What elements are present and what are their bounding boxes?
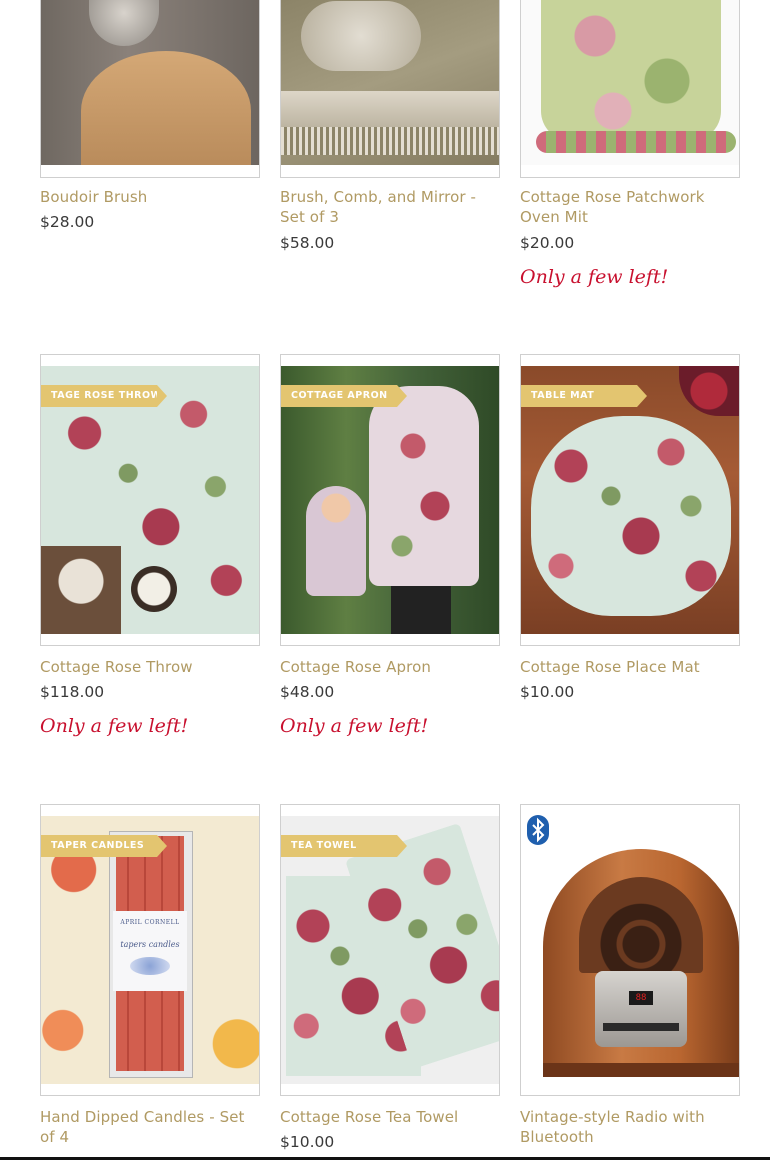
product-price: $10.00 bbox=[280, 1133, 335, 1151]
radio-body: 88 bbox=[543, 849, 739, 1077]
product-price: $28.00 bbox=[40, 213, 95, 231]
product-title[interactable]: Cottage Rose Apron bbox=[280, 657, 500, 677]
product-image[interactable] bbox=[520, 0, 740, 178]
product-title[interactable]: Vintage-style Radio with Bluetooth bbox=[520, 1107, 740, 1147]
bluetooth-icon bbox=[527, 815, 549, 845]
product-ribbon: COTTAGE APRON bbox=[281, 385, 407, 407]
low-stock-notice: Only a few left! bbox=[40, 715, 189, 737]
product-image[interactable]: TABLE MAT bbox=[520, 354, 740, 646]
product-ribbon: TEA TOWEL bbox=[281, 835, 407, 857]
product-price: $20.00 bbox=[520, 234, 575, 252]
product-title[interactable]: Cottage Rose Throw bbox=[40, 657, 260, 677]
low-stock-notice: Only a few left! bbox=[280, 715, 429, 737]
product-ribbon: TAGE ROSE THROW bbox=[41, 385, 167, 407]
product-title[interactable]: Cottage Rose Tea Towel bbox=[280, 1107, 500, 1127]
product-price: $48.00 bbox=[280, 683, 335, 701]
package-brand: APRIL CORNELL bbox=[120, 919, 180, 926]
product-price: $10.00 bbox=[520, 683, 575, 701]
product-price: $118.00 bbox=[40, 683, 105, 701]
product-image[interactable]: 88 bbox=[520, 804, 740, 1096]
product-title[interactable]: Boudoir Brush bbox=[40, 187, 260, 207]
product-image[interactable]: TEA TOWEL bbox=[280, 804, 500, 1096]
package-label: tapers candles bbox=[120, 940, 180, 949]
product-image[interactable]: APRIL CORNELL tapers candles TAPER CANDL… bbox=[40, 804, 260, 1096]
product-image[interactable] bbox=[280, 0, 500, 178]
product-ribbon: TABLE MAT bbox=[521, 385, 647, 407]
product-title[interactable]: Brush, Comb, and Mirror - Set of 3 bbox=[280, 187, 500, 227]
product-title[interactable]: Hand Dipped Candles - Set of 4 bbox=[40, 1107, 260, 1147]
product-ribbon: TAPER CANDLES bbox=[41, 835, 167, 857]
product-title[interactable]: Cottage Rose Patchwork Oven Mit bbox=[520, 187, 740, 227]
product-image[interactable]: TAGE ROSE THROW bbox=[40, 354, 260, 646]
product-price: $58.00 bbox=[280, 234, 335, 252]
product-title[interactable]: Cottage Rose Place Mat bbox=[520, 657, 740, 677]
product-image[interactable]: COTTAGE APRON bbox=[280, 354, 500, 646]
radio-display: 88 bbox=[629, 991, 653, 1005]
low-stock-notice: Only a few left! bbox=[520, 266, 669, 288]
product-image[interactable] bbox=[40, 0, 260, 178]
